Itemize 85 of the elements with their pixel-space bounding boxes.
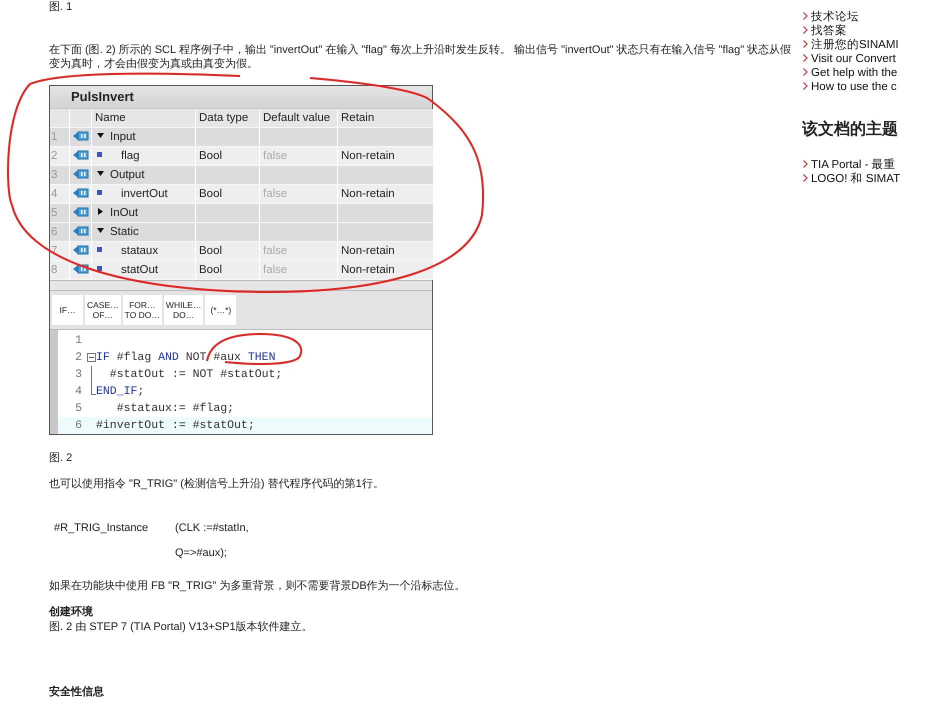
figure-caption: 图. 2	[49, 450, 74, 464]
line-number: 1	[74, 332, 83, 348]
table-cell: Non-retain	[338, 242, 434, 260]
variable-icon	[97, 246, 102, 252]
interface-icon	[73, 169, 89, 180]
table-cell: Bool	[196, 260, 260, 280]
section-name: Output	[110, 168, 145, 180]
sidebar-link[interactable]: Visit our Convert	[802, 52, 942, 66]
instruction-button[interactable]: FOR… TO DO…	[122, 294, 162, 324]
row-number: 3	[50, 166, 70, 184]
line-number: 4	[74, 384, 83, 400]
code-text: (CLK :=#statIn,	[175, 520, 249, 534]
sidebar-link[interactable]: Get help with the	[802, 66, 942, 80]
instruction-button[interactable]: WHILE… DO…	[164, 294, 204, 324]
table-cell: Bool	[196, 242, 260, 260]
table-cell: false	[260, 184, 338, 204]
variable-name: stataux	[120, 244, 158, 256]
sidebar-link[interactable]: 技术论坛	[802, 10, 942, 24]
row-number: 1	[50, 128, 70, 146]
section-heading: 安全性信息	[49, 684, 105, 700]
sidebar-link[interactable]: TIA Portal - 最重	[802, 158, 942, 172]
table-cell: Non-retain	[338, 184, 434, 204]
expanded-arrow-icon[interactable]	[97, 170, 104, 178]
code-line: #stataux:= #flag;	[116, 400, 234, 416]
table-cell: Non-retain	[338, 260, 434, 280]
figure-caption: 图. 1	[49, 0, 74, 14]
interface-icon	[73, 226, 89, 236]
interface-icon	[73, 245, 89, 256]
table-cell: Bool	[196, 184, 260, 204]
interface-icon	[73, 131, 89, 142]
paragraph: 如果在功能块中使用 FB "R_TRIG" 为多重背景，则不需要背景DB作为一个沿标志位。	[49, 578, 467, 592]
paragraph: 也可以使用指令 "R_TRIG" (检测信号上升沿) 替代程序代码的第1行。	[49, 476, 385, 490]
column-header: Default value	[260, 108, 338, 128]
sidebar-link[interactable]: 注册您的SINAMI	[802, 38, 942, 52]
collapsed-arrow-icon[interactable]	[97, 208, 104, 216]
expanded-arrow-icon[interactable]	[97, 227, 104, 234]
instruction-button[interactable]: IF…	[52, 294, 83, 324]
code-line: #invertOut := #statOut;	[96, 418, 255, 434]
row-number: 4	[50, 184, 70, 204]
sidebar-link[interactable]: LOGO! 和 SIMAT	[802, 172, 942, 186]
row-number: 6	[50, 222, 70, 242]
table-cell: Non-retain	[338, 146, 434, 166]
paragraph: 在下面 (图. 2) 所示的 SCL 程序例子中，输出 "invertOut" 在输入 "flag" 每次上升沿时发生反转。 输出信号 "invertOut" 状态只有在输入信号 "flag" 状态从假变为真时，才会由假变为真或由真变为假。	[49, 43, 792, 71]
interface-icon	[73, 207, 89, 218]
section-name: InOut	[110, 206, 138, 218]
table-cell: false	[260, 146, 338, 166]
line-number: 6	[74, 418, 83, 434]
row-number: 5	[50, 204, 70, 222]
column-header: Data type	[196, 108, 260, 128]
variable-name: statOut	[120, 264, 158, 276]
code-text: Q=>#aux);	[175, 546, 227, 560]
variable-name: invertOut	[120, 188, 168, 200]
row-number: 8	[50, 260, 70, 280]
instruction-button[interactable]: CASE… OF…	[85, 294, 121, 324]
instruction-button[interactable]: (*…*)	[205, 294, 236, 324]
interface-icon	[73, 150, 89, 160]
section-heading: 创建环境	[49, 604, 94, 620]
interface-icon	[73, 188, 89, 198]
code-line: END_IF;	[96, 384, 144, 400]
column-header: Name	[92, 108, 196, 128]
table-cell: false	[260, 242, 338, 260]
expanded-arrow-icon[interactable]	[97, 132, 104, 140]
interface-icon	[73, 264, 89, 274]
variable-icon	[97, 190, 102, 195]
sidebar-heading: 该文档的主题	[802, 119, 899, 140]
code-line: IF #flag AND NOT #aux THEN	[96, 350, 276, 366]
code-line: #statOut := NOT #statOut;	[108, 366, 282, 382]
table-cell: false	[260, 260, 338, 280]
block-title: PulsInvert	[50, 86, 432, 108]
line-number: 5	[74, 400, 83, 416]
column-header: Retain	[338, 108, 434, 128]
sidebar-link[interactable]: 找答案	[802, 24, 942, 38]
section-name: Input	[110, 130, 136, 142]
code-text: #R_TRIG_Instance	[54, 522, 148, 534]
line-number: 3	[74, 366, 83, 382]
row-number: 2	[50, 146, 70, 166]
paragraph: 图. 2 由 STEP 7 (TIA Portal) V13+SP1版本软件建立。	[49, 620, 314, 634]
variable-name: flag	[120, 150, 140, 162]
table-cell: Bool	[196, 146, 260, 166]
sidebar-link[interactable]: How to use the c	[802, 80, 942, 94]
variable-icon	[97, 152, 102, 157]
line-number: 2	[74, 350, 83, 366]
variable-icon	[97, 266, 102, 271]
section-name: Static	[110, 226, 139, 238]
collapse-icon[interactable]	[87, 352, 96, 362]
